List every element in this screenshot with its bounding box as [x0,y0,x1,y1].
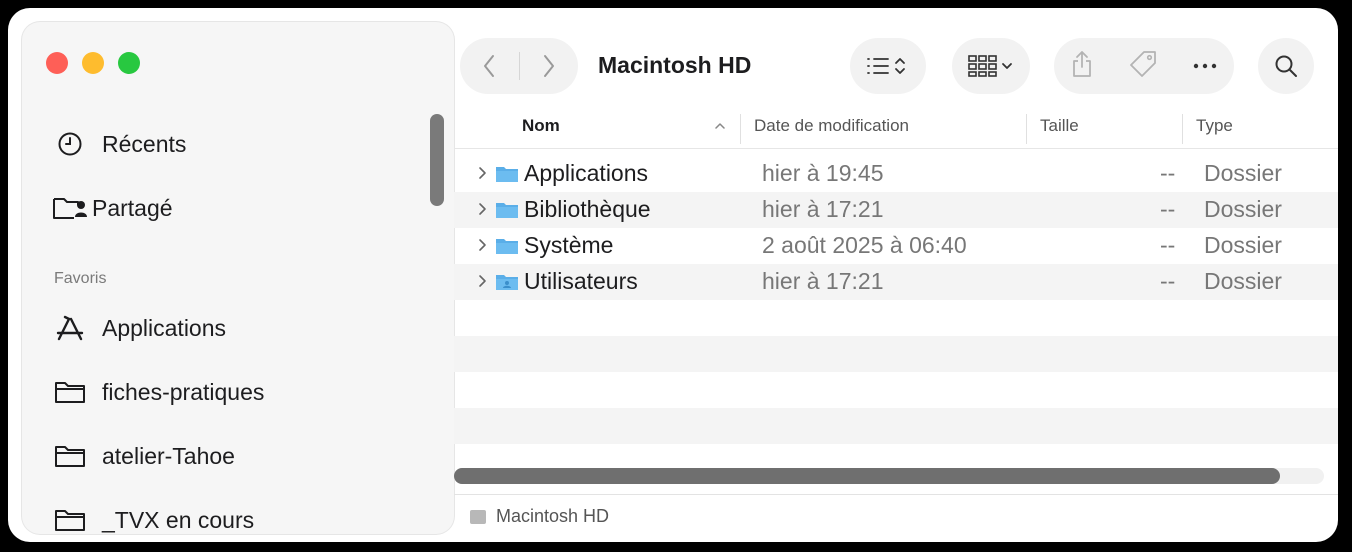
disclosure-chevron-icon[interactable] [478,198,488,220]
hard-disk-icon [470,509,486,524]
grid-view-icon [968,55,1012,77]
row-date: 2 août 2025 à 06:40 [762,232,967,258]
column-header-size[interactable]: Taille [1040,116,1079,136]
tag-icon [1130,50,1156,77]
folder-icon [496,239,518,254]
row-type: Dossier [1204,268,1282,294]
column-divider [1182,114,1183,144]
sidebar-item-atelier-tahoe[interactable]: atelier-Tahoe [52,438,235,474]
disclosure-chevron-icon[interactable] [478,270,488,292]
column-header-name[interactable]: Nom [522,116,560,136]
more-icon [1193,63,1216,69]
navigation-buttons [460,38,578,94]
path-bar-item[interactable]: Macintosh HD [496,506,609,527]
sidebar-item-label: Partagé [92,194,173,221]
row-date: hier à 17:21 [762,268,884,294]
sidebar-item-label: _TVX en cours [102,506,255,533]
column-divider [740,114,741,144]
row-name: Applications [524,160,649,186]
pathbar-divider [454,494,1338,495]
column-header-type[interactable]: Type [1196,116,1233,136]
table-row[interactable]: Utilisateurs hier à 17:21 -- Dossier [454,264,1338,300]
row-name: Utilisateurs [524,268,638,294]
group-button[interactable] [952,38,1030,94]
sidebar-item-label: Applications [102,314,227,341]
sidebar-item-shared[interactable]: Partagé [52,190,173,226]
sidebar-scrollbar[interactable] [430,114,444,206]
view-list-button[interactable] [850,38,926,94]
row-size: -- [1160,196,1176,222]
header-divider [454,148,1338,149]
folder-icon [52,377,88,407]
folder-icon [52,441,88,471]
clock-icon [52,129,88,159]
sidebar: Récents Partagé Favoris Applications fic… [22,22,454,534]
sidebar-item-recents[interactable]: Récents [52,126,186,162]
users-folder-icon [496,275,518,290]
row-name: Bibliothèque [524,196,651,222]
table-row[interactable]: Applications hier à 19:45 -- Dossier [454,156,1338,192]
share-button[interactable] [1071,50,1093,83]
folder-icon [496,203,518,218]
traffic-lights [46,52,140,74]
row-date: hier à 19:45 [762,160,884,186]
row-size: -- [1160,268,1176,294]
column-divider [1026,114,1027,144]
row-type: Dossier [1204,196,1282,222]
table-row[interactable]: Système 2 août 2025 à 06:40 -- Dossier [454,228,1338,264]
row-date: hier à 17:21 [762,196,884,222]
favorites-section-label: Favoris [54,270,107,287]
more-button[interactable] [1193,57,1217,75]
sidebar-item-label: atelier-Tahoe [102,442,235,469]
share-icon [1073,50,1092,77]
path-bar: Macintosh HD [470,506,609,527]
empty-row [454,336,1338,372]
window-title: Macintosh HD [598,52,752,78]
close-button[interactable] [46,52,68,74]
row-size: -- [1160,232,1176,258]
sidebar-item-label: Récents [102,130,187,157]
search-button[interactable] [1258,38,1314,94]
applications-icon [52,313,88,343]
disclosure-chevron-icon[interactable] [478,162,488,184]
sidebar-item-tvx-en-cours[interactable]: _TVX en cours [52,502,254,534]
forward-button[interactable] [520,38,579,94]
chevron-right-icon [543,55,554,77]
sidebar-item-applications[interactable]: Applications [52,310,226,346]
folder-icon [52,505,88,534]
folder-icon [496,167,518,182]
sort-ascending-icon [715,123,725,129]
empty-row [454,408,1338,444]
sidebar-item-fiches-pratiques[interactable]: fiches-pratiques [52,374,264,410]
row-type: Dossier [1204,232,1282,258]
actions-group [1054,38,1234,94]
empty-row [454,372,1338,408]
row-name: Système [524,232,614,258]
table-row[interactable]: Bibliothèque hier à 17:21 -- Dossier [454,192,1338,228]
list-view-icon [867,58,905,74]
sidebar-item-label: fiches-pratiques [102,378,265,405]
empty-row [454,300,1338,336]
row-type: Dossier [1204,160,1282,186]
zoom-button[interactable] [118,52,140,74]
chevron-left-icon [484,55,495,77]
finder-window: Récents Partagé Favoris Applications fic… [8,8,1338,542]
minimize-button[interactable] [82,52,104,74]
shared-folder-icon [52,193,88,223]
search-icon [1275,55,1297,77]
row-size: -- [1160,160,1176,186]
back-button[interactable] [460,38,519,94]
column-header-date[interactable]: Date de modification [754,116,909,136]
disclosure-chevron-icon[interactable] [478,234,488,256]
tag-button[interactable] [1128,49,1158,84]
horizontal-scrollbar[interactable] [454,468,1280,484]
